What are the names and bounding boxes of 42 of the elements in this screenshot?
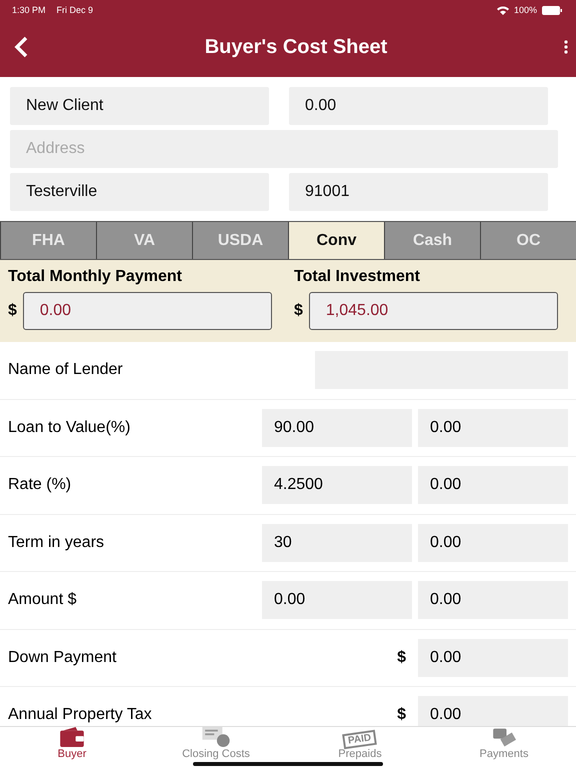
currency-sign: $ [8, 302, 17, 320]
back-icon[interactable] [14, 36, 28, 58]
row-label: Term in years [8, 534, 106, 552]
currency-sign: $ [397, 706, 406, 724]
window-title: Buyer's Cost Sheet [204, 36, 388, 58]
value-field[interactable]: 0.00 [418, 638, 568, 677]
row-label: Name of Lender [8, 361, 124, 380]
battery-icon [542, 6, 562, 14]
value-field[interactable]: 0.00 [262, 581, 412, 620]
currency-sign: $ [397, 648, 406, 667]
wallet-icon [58, 727, 86, 747]
value-field[interactable]: 4.2500 [262, 466, 412, 504]
row-label: Loan to Value(%) [8, 418, 132, 437]
value-field[interactable]: 90.00 [262, 408, 412, 447]
total-field[interactable]: 0.00 [22, 292, 272, 330]
value-field[interactable]: 0.00 [418, 696, 568, 726]
amount-field[interactable]: 0.00 [289, 87, 548, 125]
row-label: Annual Property Tax [8, 706, 153, 724]
wifi-icon [496, 6, 509, 14]
zip-field[interactable]: 91001 [289, 173, 548, 211]
status-time: 1:30 PM [12, 5, 46, 15]
paid-stamp-icon: PAID [342, 730, 378, 750]
row-label: Rate (%) [8, 476, 72, 494]
value-field[interactable]: 0.00 [418, 466, 568, 504]
bottom-tab[interactable]: Payments [432, 727, 576, 768]
bottom-tab[interactable]: Buyer [0, 727, 144, 768]
row-label: Amount $ [8, 591, 78, 610]
value-field[interactable]: 30 [262, 524, 412, 562]
value-field[interactable]: 0.00 [418, 524, 568, 562]
city-field[interactable]: Testerville [10, 173, 269, 211]
loan-tab[interactable]: Conv [288, 222, 384, 259]
row-label: Down Payment [8, 648, 118, 667]
client-name-field[interactable]: New Client [10, 87, 269, 125]
total-label: Total Investment [294, 268, 421, 286]
value-field[interactable]: 0.00 [418, 408, 568, 447]
currency-sign: $ [294, 302, 303, 320]
more-icon[interactable] [564, 40, 568, 54]
value-field[interactable]: 0.00 [418, 581, 568, 620]
total-field[interactable]: 1,045.00 [308, 292, 558, 330]
battery-level: 100% [514, 5, 537, 15]
status-date: Fri Dec 9 [56, 5, 94, 15]
total-label: Total Monthly Payment [8, 268, 183, 286]
